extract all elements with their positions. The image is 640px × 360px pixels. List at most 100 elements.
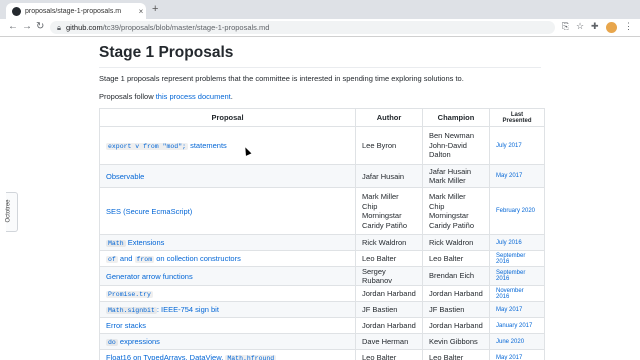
- proposal-link[interactable]: Generator arrow functions: [106, 272, 193, 281]
- bookmark-star-icon[interactable]: ☆: [576, 21, 584, 32]
- table-row: SES (Secure EcmaScript) Mark Miller Chip Mo…: [99, 187, 545, 235]
- table-row: Promise.try Jordan Harband Jordan Harband N…: [99, 285, 545, 302]
- last-presented-link[interactable]: July 2017: [496, 143, 522, 149]
- tab-title: proposals/stage-1-proposals.m: [25, 7, 122, 15]
- author-cell: JF Bastien: [355, 301, 423, 318]
- proposal-link[interactable]: Error stacks: [106, 321, 146, 330]
- proposal-link[interactable]: Math.signbit: IEEE-754 sign bit: [106, 305, 219, 314]
- table-row: Observable Jafar Husain Jafar Husain Mark M…: [99, 164, 545, 188]
- title-divider: [99, 67, 541, 68]
- proposal-link[interactable]: Observable: [106, 172, 144, 181]
- author-cell: Rick Waldron: [355, 234, 423, 251]
- translate-icon[interactable]: ⎘: [562, 21, 569, 32]
- profile-avatar[interactable]: [606, 22, 617, 33]
- champion-name: John-David: [429, 140, 467, 150]
- author-cell: Jordan Harband: [355, 317, 423, 334]
- proposal-text: expressions: [117, 337, 160, 346]
- table-row: export v from "mod"; statements Lee Byron…: [99, 126, 545, 165]
- menu-icon[interactable]: ⋮: [624, 21, 633, 32]
- author-name: Dave Herman: [362, 337, 409, 346]
- champion-name: Chip: [429, 201, 445, 211]
- proposal-text: Observable: [106, 171, 145, 181]
- author-cell: Mark Miller Chip Morningstar Caridy Patiño: [355, 187, 423, 235]
- table-row: Float16 on TypedArrays, DataView, Math.h…: [99, 349, 545, 360]
- champion-cell: Mark Miller Chip Morningstar Caridy Patiño: [422, 187, 490, 235]
- champion-name: Rick Waldron: [429, 237, 474, 247]
- champion-cell: Jordan Harband: [422, 317, 490, 334]
- champion-name: Ben Newman: [429, 131, 475, 141]
- last-presented-link[interactable]: May 2017: [496, 355, 522, 360]
- proposal-link[interactable]: Promise.try: [106, 289, 153, 298]
- champion-name: JF Bastien: [429, 304, 465, 314]
- proposal-link[interactable]: Math Extensions: [106, 238, 164, 247]
- author-name: Rick Waldron: [362, 238, 407, 247]
- last-presented-link[interactable]: May 2017: [496, 173, 522, 179]
- process-document-link[interactable]: this process document: [156, 92, 231, 101]
- process-prefix: Proposals follow: [99, 92, 156, 101]
- page-content: Octotree Stage 1 Proposals Stage 1 propo…: [0, 37, 640, 360]
- browser-window: proposals/stage-1-proposals.m × + ← → ↻ …: [0, 0, 640, 360]
- last-presented-link[interactable]: September 2016: [496, 253, 525, 265]
- proposal-text: statements: [188, 141, 227, 150]
- author-name: JF Bastien: [362, 305, 398, 314]
- last-presented-cell: November 2016: [489, 285, 545, 302]
- proposal-link[interactable]: SES (Secure EcmaScript): [106, 207, 192, 216]
- last-presented-link[interactable]: May 2017: [496, 307, 522, 313]
- reload-icon[interactable]: ↻: [36, 21, 44, 32]
- table-row: of and from on collection constructors Le…: [99, 250, 545, 267]
- proposal-cell: of and from on collection constructors: [99, 250, 356, 267]
- table-body: export v from "mod"; statements Lee Byron…: [99, 126, 545, 360]
- proposal-cell: do expressions: [99, 333, 356, 350]
- author-name: Mark Miller: [362, 192, 399, 201]
- last-presented-link[interactable]: June 2020: [496, 339, 524, 345]
- table-row: Generator arrow functions Sergey Rubanov B…: [99, 266, 545, 286]
- author-cell: Jafar Husain: [355, 164, 423, 188]
- last-presented-link[interactable]: November 2016: [496, 288, 524, 300]
- author-cell: Lee Byron: [355, 126, 423, 165]
- page-title: Stage 1 Proposals: [99, 44, 234, 61]
- last-presented-cell: May 2017: [489, 349, 545, 360]
- last-presented-link[interactable]: July 2016: [496, 240, 522, 246]
- proposal-link[interactable]: export v from "mod"; statements: [106, 141, 227, 150]
- last-presented-link[interactable]: February 2020: [496, 208, 535, 214]
- champion-name: Dalton: [429, 150, 451, 160]
- last-presented-link[interactable]: January 2017: [496, 323, 532, 329]
- close-tab-icon[interactable]: ×: [136, 7, 146, 16]
- proposal-link[interactable]: Float16 on TypedArrays, DataView, Math.h…: [106, 353, 277, 360]
- proposal-code: of: [106, 256, 118, 263]
- address-bar[interactable]: 🔒︎ github.com/tc39/proposals/blob/master/…: [50, 21, 555, 34]
- proposal-text: SES (Secure EcmaScript): [106, 206, 193, 216]
- back-icon[interactable]: ←: [8, 21, 18, 32]
- table-row: Math Extensions Rick Waldron Rick Waldron J…: [99, 234, 545, 251]
- author-name: Caridy Patiño: [362, 220, 408, 230]
- author-name: Jordan Harband: [362, 321, 416, 330]
- author-cell: Dave Herman: [355, 333, 423, 350]
- last-presented-cell: May 2017: [489, 301, 545, 318]
- champion-name: Leo Balter: [429, 253, 464, 263]
- proposal-code: Math: [106, 240, 126, 247]
- champion-cell: Jafar Husain Mark Miller: [422, 164, 490, 188]
- intro-paragraph: Stage 1 proposals represent problems tha…: [99, 74, 464, 83]
- champion-name: Morningstar: [429, 211, 469, 220]
- author-name: Morningstar: [362, 211, 402, 220]
- forward-icon[interactable]: →: [22, 21, 32, 32]
- proposal-code: from: [134, 256, 155, 263]
- proposal-text: on collection constructors: [154, 254, 241, 263]
- proposal-link[interactable]: do expressions: [106, 337, 160, 346]
- url-path: /tc39/proposals/blob/master/stage-1-prop…: [102, 23, 270, 32]
- extensions-icon[interactable]: ✚: [591, 21, 599, 32]
- champion-cell: Kevin Gibbons: [422, 333, 490, 350]
- new-tab-button[interactable]: +: [152, 3, 158, 15]
- author-name: Jordan Harband: [362, 289, 416, 298]
- table-header-row: Proposal Author Champion Last Presented: [99, 108, 545, 127]
- champion-name: Caridy Patiño: [429, 220, 475, 230]
- last-presented-link[interactable]: September 2016: [496, 270, 525, 282]
- tab-active[interactable]: proposals/stage-1-proposals.m ×: [6, 3, 146, 19]
- last-presented-cell: July 2016: [489, 234, 545, 251]
- process-paragraph: Proposals follow this process document.: [99, 92, 233, 101]
- proposal-link[interactable]: of and from on collection constructors: [106, 254, 241, 263]
- author-name: Leo Balter: [362, 353, 397, 360]
- proposal-text: and: [117, 254, 135, 263]
- octotree-toggle[interactable]: Octotree: [6, 192, 18, 232]
- octotree-label: Octotree: [5, 199, 12, 223]
